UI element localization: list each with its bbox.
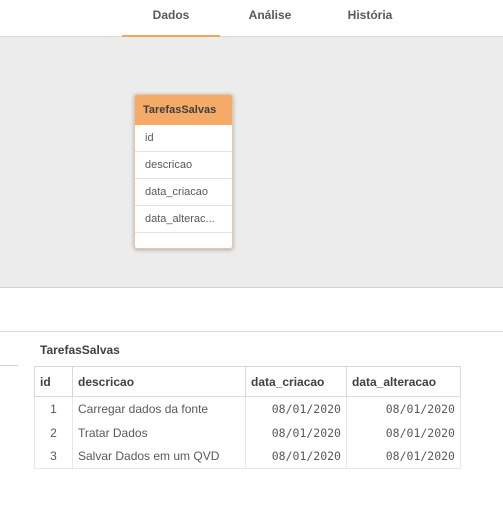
- table-field-data-criacao[interactable]: data_criacao: [135, 179, 232, 206]
- tab-historia[interactable]: História: [321, 0, 419, 37]
- cell-descricao: Salvar Dados em um QVD: [72, 444, 246, 469]
- column-header-id[interactable]: id: [34, 366, 73, 397]
- table-row: 3 Salvar Dados em um QVD 08/01/2020 08/0…: [34, 444, 461, 469]
- table-card-title: TarefasSalvas: [135, 95, 232, 125]
- cell-data-criacao: 08/01/2020: [245, 396, 347, 421]
- divider-short: [0, 365, 18, 366]
- cell-data-criacao: 08/01/2020: [245, 420, 347, 445]
- model-viewer-canvas[interactable]: TarefasSalvas id descricao data_criacao …: [0, 37, 503, 288]
- table-card-tarefassalvas[interactable]: TarefasSalvas id descricao data_criacao …: [134, 94, 233, 249]
- preview-table: id descricao data_criacao data_alteracao…: [34, 366, 461, 469]
- table-field-id[interactable]: id: [135, 125, 232, 152]
- tab-dados[interactable]: Dados: [122, 0, 220, 37]
- cell-id: 1: [34, 396, 73, 421]
- table-row: 2 Tratar Dados 08/01/2020 08/01/2020: [34, 420, 461, 445]
- column-header-data-criacao[interactable]: data_criacao: [245, 366, 347, 397]
- cell-descricao: Carregar dados da fonte: [72, 396, 246, 421]
- cell-data-alteracao: 08/01/2020: [346, 420, 461, 445]
- divider: [0, 331, 503, 332]
- tab-analise[interactable]: Análise: [221, 0, 319, 37]
- column-header-descricao[interactable]: descricao: [72, 366, 246, 397]
- preview-header-row: id descricao data_criacao data_alteracao: [34, 366, 461, 397]
- cell-data-alteracao: 08/01/2020: [346, 444, 461, 469]
- cell-id: 2: [34, 420, 73, 445]
- preview-title: TarefasSalvas: [40, 343, 120, 357]
- column-header-data-alteracao[interactable]: data_alteracao: [346, 366, 461, 397]
- cell-descricao: Tratar Dados: [72, 420, 246, 445]
- table-field-descricao[interactable]: descricao: [135, 152, 232, 179]
- table-field-data-alteracao[interactable]: data_alterac...: [135, 206, 232, 233]
- tab-bar: Dados Análise História: [0, 0, 503, 37]
- cell-id: 3: [34, 444, 73, 469]
- cell-data-alteracao: 08/01/2020: [346, 396, 461, 421]
- cell-data-criacao: 08/01/2020: [245, 444, 347, 469]
- table-row: 1 Carregar dados da fonte 08/01/2020 08/…: [34, 396, 461, 421]
